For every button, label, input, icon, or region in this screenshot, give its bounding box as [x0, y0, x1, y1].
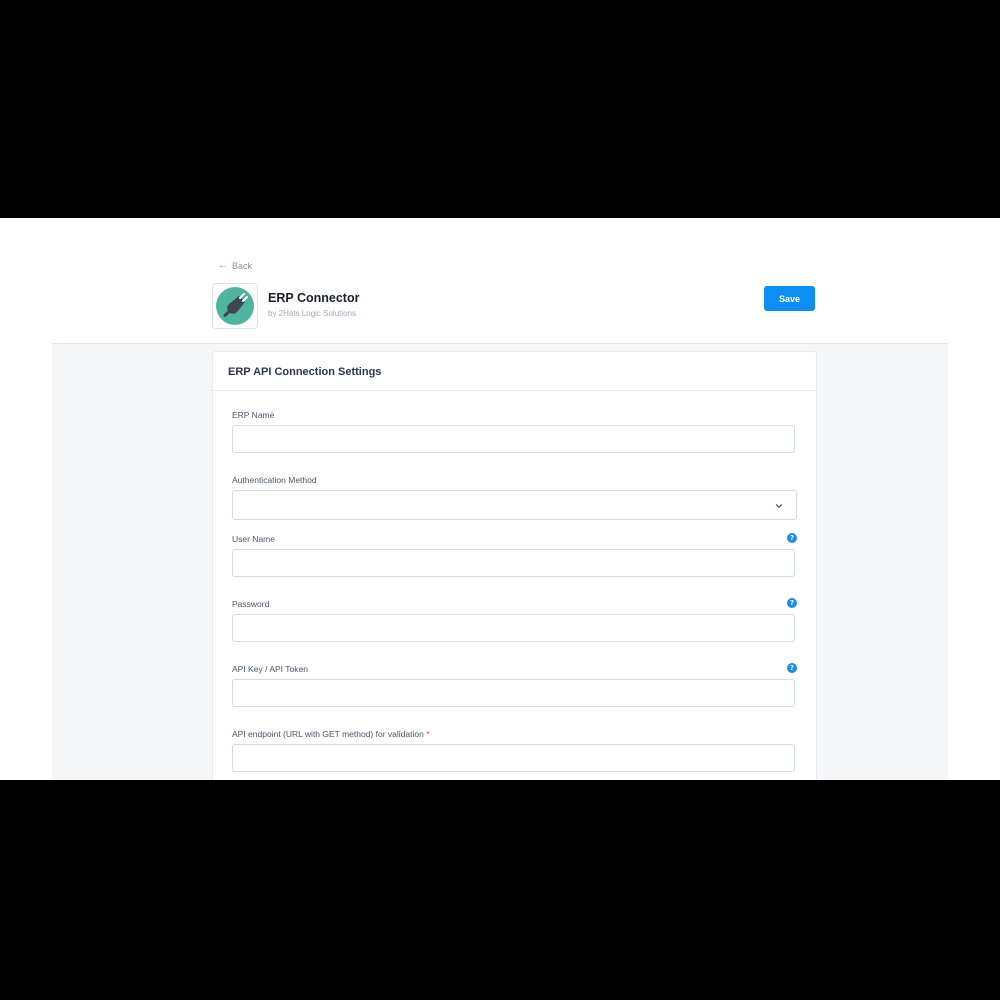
question-icon[interactable]: ?	[787, 598, 797, 608]
chevron-down-icon	[775, 504, 783, 508]
back-link[interactable]: ← Back	[218, 260, 253, 272]
api-key-label: API Key / API Token	[232, 664, 308, 674]
api-endpoint-label-text: API endpoint (URL with GET method) for v…	[232, 729, 424, 739]
app-screen: ← Back ERP Connector by 2Hats Logic Solu…	[0, 218, 1000, 780]
user-name-label: User Name	[232, 534, 275, 544]
password-label: Password	[232, 599, 270, 609]
api-endpoint-input[interactable]	[232, 744, 795, 772]
save-button[interactable]: Save	[764, 286, 815, 311]
question-icon[interactable]: ?	[787, 663, 797, 673]
page-header: ← Back ERP Connector by 2Hats Logic Solu…	[0, 218, 1000, 343]
required-mark: *	[426, 729, 430, 739]
user-name-input[interactable]	[232, 549, 795, 577]
api-endpoint-label: API endpoint (URL with GET method) for v…	[232, 729, 430, 739]
plug-icon	[216, 287, 254, 325]
erp-name-input[interactable]	[232, 425, 795, 453]
password-input[interactable]	[232, 614, 795, 642]
auth-method-select[interactable]	[232, 490, 797, 520]
auth-method-label: Authentication Method	[232, 475, 317, 485]
settings-card: ERP API Connection Settings ERP Name Aut…	[212, 351, 817, 780]
app-title: ERP Connector	[268, 291, 360, 305]
arrow-left-icon: ←	[218, 260, 228, 271]
auth-method-select-box[interactable]	[232, 490, 797, 520]
erp-name-label: ERP Name	[232, 410, 275, 420]
app-vendor: by 2Hats Logic Solutions	[268, 309, 357, 318]
app-logo	[212, 283, 258, 329]
card-header: ERP API Connection Settings	[213, 352, 816, 391]
back-label: Back	[232, 261, 253, 271]
question-icon[interactable]: ?	[787, 533, 797, 543]
api-key-input[interactable]	[232, 679, 795, 707]
card-title: ERP API Connection Settings	[228, 366, 382, 378]
